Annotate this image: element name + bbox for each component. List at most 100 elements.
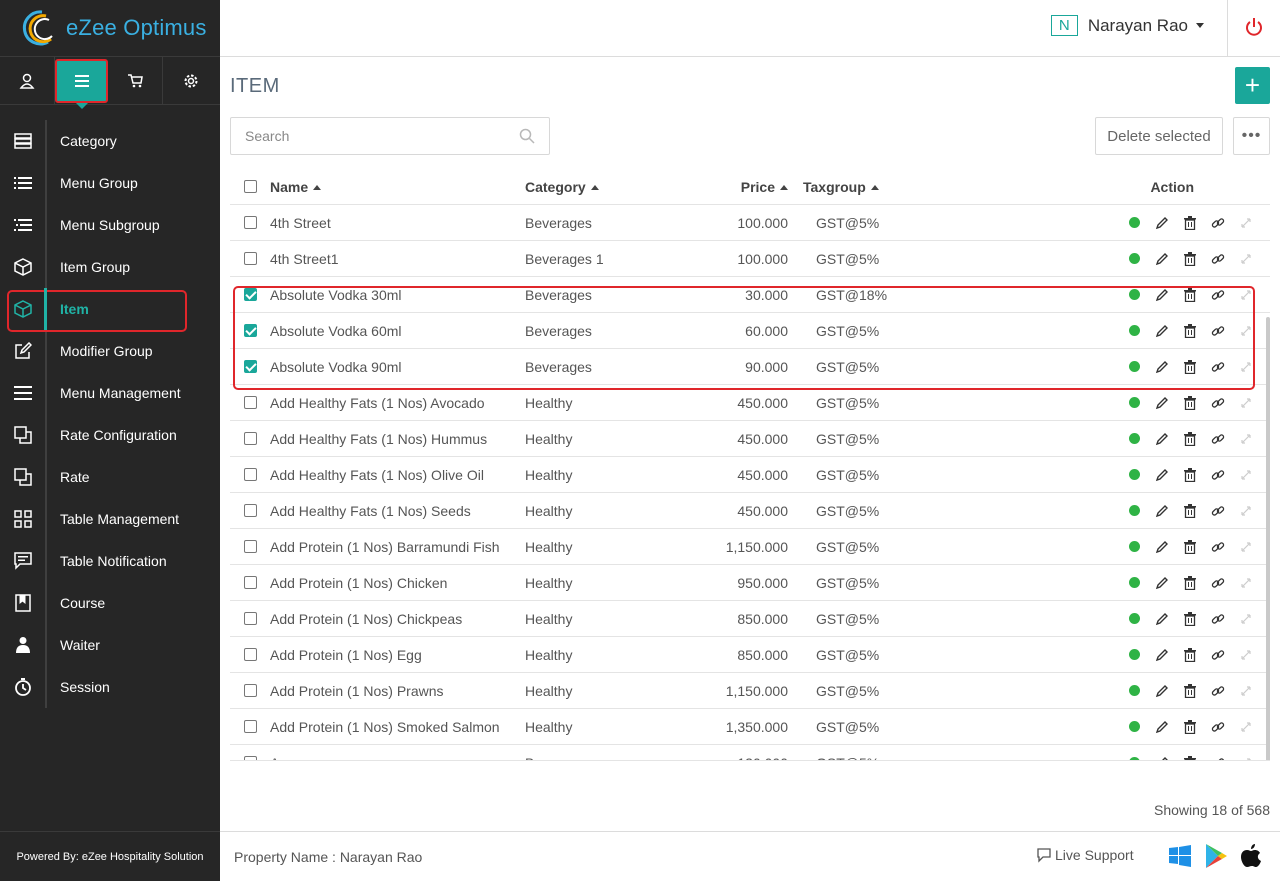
reorder-icon[interactable] [1232,612,1260,626]
column-name[interactable]: Name [270,179,525,195]
reorder-icon[interactable] [1232,504,1260,518]
edit-icon[interactable] [1148,396,1176,410]
row-checkbox[interactable] [243,432,257,445]
delete-icon[interactable] [1176,287,1204,302]
table-row[interactable]: Absolute Vodka 90ml Beverages 90.000 GST… [230,349,1270,385]
select-all-checkbox[interactable] [243,180,257,193]
sidebar-item-menu-management[interactable]: Menu Management [0,372,220,414]
delete-icon[interactable] [1176,467,1204,482]
status-active-icon[interactable] [1120,649,1148,660]
table-row[interactable]: Add Protein (1 Nos) Barramundi Fish Heal… [230,529,1270,565]
edit-icon[interactable] [1148,468,1176,482]
edit-icon[interactable] [1148,540,1176,554]
delete-icon[interactable] [1176,719,1204,734]
link-icon[interactable] [1204,648,1232,662]
row-checkbox[interactable] [243,252,257,265]
reorder-icon[interactable] [1232,432,1260,446]
sidebar-item-item[interactable]: Item [0,288,220,332]
delete-icon[interactable] [1176,575,1204,590]
reorder-icon[interactable] [1232,684,1260,698]
delete-icon[interactable] [1176,431,1204,446]
link-icon[interactable] [1204,540,1232,554]
status-active-icon[interactable] [1120,325,1148,336]
search-input[interactable] [245,128,505,144]
row-checkbox[interactable] [243,756,257,760]
reorder-icon[interactable] [1232,756,1260,760]
status-active-icon[interactable] [1120,757,1148,760]
google-play-icon[interactable] [1204,843,1228,869]
search-icon[interactable] [519,128,535,149]
edit-icon[interactable] [1148,612,1176,626]
sidebar-item-rate-configuration[interactable]: Rate Configuration [0,414,220,456]
row-checkbox[interactable] [243,648,257,661]
status-active-icon[interactable] [1120,397,1148,408]
sidebar-item-course[interactable]: Course [0,582,220,624]
delete-icon[interactable] [1176,647,1204,662]
table-row[interactable]: Add Protein (1 Nos) Chicken Healthy 950.… [230,565,1270,601]
windows-icon[interactable] [1168,844,1192,868]
delete-selected-button[interactable]: Delete selected [1095,117,1223,155]
edit-icon[interactable] [1148,648,1176,662]
table-row[interactable]: Add Healthy Fats (1 Nos) Avocado Healthy… [230,385,1270,421]
edit-icon[interactable] [1148,756,1176,760]
link-icon[interactable] [1204,756,1232,760]
link-icon[interactable] [1204,504,1232,518]
edit-icon[interactable] [1148,252,1176,266]
link-icon[interactable] [1204,216,1232,230]
table-scrollbar[interactable] [1266,317,1270,760]
reorder-icon[interactable] [1232,396,1260,410]
link-icon[interactable] [1204,720,1232,734]
row-checkbox[interactable] [243,720,257,733]
column-category[interactable]: Category [525,179,685,195]
delete-icon[interactable] [1176,215,1204,230]
reorder-icon[interactable] [1232,324,1260,338]
status-active-icon[interactable] [1120,685,1148,696]
sidebar-item-rate[interactable]: Rate [0,456,220,498]
reorder-icon[interactable] [1232,576,1260,590]
link-icon[interactable] [1204,288,1232,302]
apple-icon[interactable] [1240,844,1262,868]
edit-icon[interactable] [1148,576,1176,590]
row-checkbox[interactable] [243,612,257,625]
table-row[interactable]: Add Protein (1 Nos) Egg Healthy 850.000 … [230,637,1270,673]
table-row[interactable]: Add Healthy Fats (1 Nos) Seeds Healthy 4… [230,493,1270,529]
link-icon[interactable] [1204,252,1232,266]
table-row[interactable]: Absolute Vodka 30ml Beverages 30.000 GST… [230,277,1270,313]
reorder-icon[interactable] [1232,468,1260,482]
table-row[interactable]: 4th Street1 Beverages 1 100.000 GST@5% [230,241,1270,277]
store-tab[interactable] [108,57,163,105]
table-row[interactable]: Add Protein (1 Nos) Smoked Salmon Health… [230,709,1270,745]
add-item-button[interactable]: + [1235,67,1270,104]
row-checkbox[interactable] [243,540,257,553]
reorder-icon[interactable] [1232,648,1260,662]
sidebar-item-session[interactable]: Session [0,666,220,708]
app-logo[interactable]: eZee Optimus [0,0,220,57]
edit-icon[interactable] [1148,432,1176,446]
link-icon[interactable] [1204,396,1232,410]
link-icon[interactable] [1204,576,1232,590]
edit-icon[interactable] [1148,324,1176,338]
delete-icon[interactable] [1176,359,1204,374]
edit-icon[interactable] [1148,216,1176,230]
table-row[interactable]: Add Healthy Fats (1 Nos) Olive Oil Healt… [230,457,1270,493]
sidebar-item-table-management[interactable]: Table Management [0,498,220,540]
sidebar-item-waiter[interactable]: Waiter [0,624,220,666]
link-icon[interactable] [1204,468,1232,482]
reorder-icon[interactable] [1232,288,1260,302]
status-active-icon[interactable] [1120,361,1148,372]
edit-icon[interactable] [1148,684,1176,698]
edit-icon[interactable] [1148,504,1176,518]
sidebar-item-menu-subgroup[interactable]: Menu Subgroup [0,204,220,246]
row-checkbox[interactable] [243,576,257,589]
status-active-icon[interactable] [1120,433,1148,444]
link-icon[interactable] [1204,684,1232,698]
delete-icon[interactable] [1176,323,1204,338]
row-checkbox[interactable] [243,324,257,337]
row-checkbox[interactable] [243,396,257,409]
settings-tab[interactable] [163,57,218,105]
status-active-icon[interactable] [1120,469,1148,480]
reorder-icon[interactable] [1232,216,1260,230]
more-options-button[interactable]: ••• [1233,117,1270,155]
row-checkbox[interactable] [243,468,257,481]
status-active-icon[interactable] [1120,505,1148,516]
